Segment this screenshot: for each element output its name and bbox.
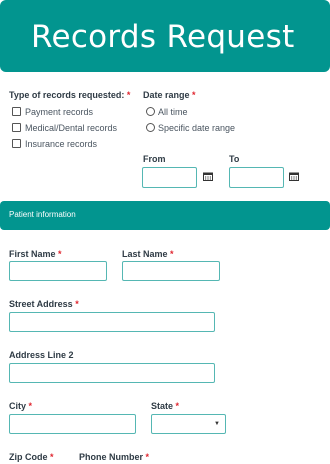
calendar-icon[interactable] [203, 172, 213, 181]
checkbox-medical-dental-records[interactable] [12, 123, 21, 132]
first-name-label: First Name * [9, 248, 62, 260]
date-range-label-text: Date range [143, 90, 190, 100]
street-address-label-text: Street Address [9, 299, 73, 309]
address-line-2-label-text: Address Line 2 [9, 350, 74, 360]
required-mark: * [175, 401, 180, 411]
last-name-input[interactable] [122, 261, 220, 281]
phone-number-label: Phone Number * [79, 451, 149, 463]
last-name-label: Last Name * [122, 248, 174, 260]
city-label: City * [9, 400, 32, 412]
zip-code-label-text: Zip Code [9, 452, 48, 462]
to-date-input[interactable] [229, 167, 284, 188]
first-name-input[interactable] [9, 261, 107, 281]
state-label-text: State [151, 401, 174, 411]
checkbox-insurance-records[interactable] [12, 139, 21, 148]
date-range-label: Date range * [143, 89, 196, 101]
address-line-2-label: Address Line 2 [9, 349, 74, 361]
zip-code-label: Zip Code * [9, 451, 54, 463]
chevron-down-icon: ▼ [214, 421, 220, 427]
to-label: To [229, 154, 240, 164]
required-mark: * [170, 249, 174, 259]
required-mark: * [28, 401, 33, 411]
from-date-input[interactable] [142, 167, 197, 188]
patient-info-section-title: Patient information [9, 210, 76, 219]
address-line-2-input[interactable] [9, 363, 215, 383]
option-payment-records-label: Payment records [25, 107, 94, 117]
option-specific-date-range-label: Specific date range [158, 123, 236, 133]
city-input[interactable] [9, 414, 136, 434]
calendar-icon[interactable] [289, 172, 299, 181]
required-mark: * [145, 452, 150, 462]
checkbox-payment-records[interactable] [12, 107, 21, 116]
option-all-time-label: All time [158, 107, 188, 117]
required-mark: * [192, 90, 196, 100]
from-label: From [143, 154, 166, 164]
required-mark: * [58, 249, 62, 259]
street-address-label: Street Address * [9, 298, 79, 310]
required-mark: * [75, 299, 79, 309]
records-type-label: Type of records requested: * [9, 89, 130, 101]
radio-specific-date-range[interactable] [146, 123, 155, 132]
option-medical-dental-records-label: Medical/Dental records [25, 123, 118, 133]
first-name-label-text: First Name [9, 249, 56, 259]
city-label-text: City [9, 401, 27, 411]
state-select[interactable]: ▼ [151, 414, 226, 434]
page-title: Records Request [31, 19, 295, 55]
option-insurance-records-label: Insurance records [25, 139, 98, 149]
radio-all-time[interactable] [146, 107, 155, 116]
street-address-input[interactable] [9, 312, 215, 332]
required-mark: * [50, 452, 54, 462]
last-name-label-text: Last Name [122, 249, 168, 259]
records-type-label-text: Type of records requested: [9, 90, 125, 100]
phone-number-label-text: Phone Number [79, 452, 144, 462]
required-mark: * [126, 90, 131, 100]
state-label: State * [151, 400, 179, 412]
